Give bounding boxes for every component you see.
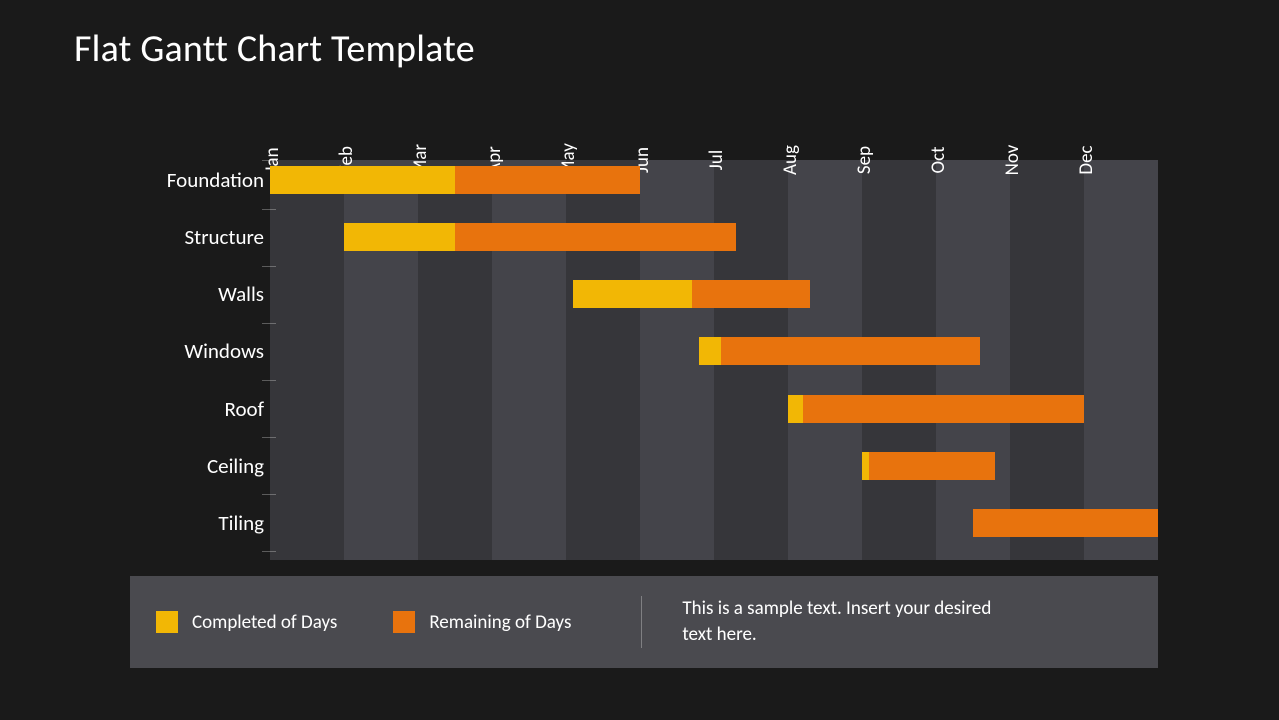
bar-segment-completed	[270, 166, 455, 194]
bar-segment-completed	[699, 337, 721, 365]
page-title: Flat Gantt Chart Template	[74, 26, 475, 72]
month-column: Apr	[492, 160, 566, 560]
y-tick	[262, 266, 276, 267]
gantt-chart: JanFebMarAprMayJunJulAugSepOctNovDec	[270, 160, 1158, 560]
legend-completed-label: Completed of Days	[192, 611, 337, 634]
month-column: Nov	[1010, 160, 1084, 560]
y-tick	[262, 160, 276, 161]
bar-segment-remaining	[455, 223, 736, 251]
bar-segment-remaining	[692, 280, 810, 308]
y-tick	[262, 380, 276, 381]
bar-segment-completed	[573, 280, 691, 308]
task-label: Windows	[130, 338, 264, 364]
gantt-bar	[973, 509, 1158, 537]
legend-divider	[641, 596, 642, 648]
task-label: Ceiling	[130, 453, 264, 479]
gantt-bar	[788, 395, 1084, 423]
bar-segment-completed	[344, 223, 455, 251]
y-tick	[262, 209, 276, 210]
y-axis-labels: Foundation Structure Walls Windows Roof Ceili…	[130, 160, 270, 560]
legend-footer: Completed of Days Remaining of Days This…	[130, 576, 1158, 668]
month-column: May	[566, 160, 640, 560]
task-label: Foundation	[130, 167, 264, 193]
task-label: Structure	[130, 224, 264, 250]
gantt-bar	[270, 166, 640, 194]
bar-segment-remaining	[973, 509, 1158, 537]
month-label: Oct	[927, 147, 970, 174]
legend-note: This is a sample text. Insert your desir…	[682, 596, 1012, 647]
month-column: Jan	[270, 160, 344, 560]
gantt-bar	[699, 337, 980, 365]
legend-remaining-label: Remaining of Days	[429, 611, 571, 634]
y-tick	[262, 551, 276, 552]
month-label: Nov	[1001, 145, 1044, 176]
month-column: Dec	[1084, 160, 1158, 560]
bar-segment-remaining	[869, 452, 995, 480]
legend-item-completed: Completed of Days	[156, 611, 337, 634]
task-label: Walls	[130, 281, 264, 307]
y-tick	[262, 437, 276, 438]
bar-segment-remaining	[721, 337, 980, 365]
bar-segment-remaining	[455, 166, 640, 194]
month-label: Dec	[1075, 145, 1118, 174]
gantt-bar	[573, 280, 810, 308]
swatch-completed-icon	[156, 611, 178, 633]
gantt-bar	[862, 452, 995, 480]
legend-item-remaining: Remaining of Days	[393, 611, 571, 634]
bar-segment-completed	[788, 395, 803, 423]
task-label: Tiling	[130, 510, 264, 536]
month-label: Sep	[853, 146, 896, 174]
y-tick	[262, 323, 276, 324]
legend: Completed of Days Remaining of Days	[156, 611, 571, 634]
bar-segment-completed	[862, 452, 869, 480]
month-label: Jul	[705, 150, 748, 170]
month-column: Feb	[344, 160, 418, 560]
bar-segment-remaining	[803, 395, 1084, 423]
gantt-bar	[344, 223, 736, 251]
y-tick	[262, 494, 276, 495]
month-label: Aug	[779, 145, 822, 175]
task-label: Roof	[130, 396, 264, 422]
slide: Flat Gantt Chart Template Foundation Stru…	[0, 0, 1279, 720]
swatch-remaining-icon	[393, 611, 415, 633]
month-column: Mar	[418, 160, 492, 560]
